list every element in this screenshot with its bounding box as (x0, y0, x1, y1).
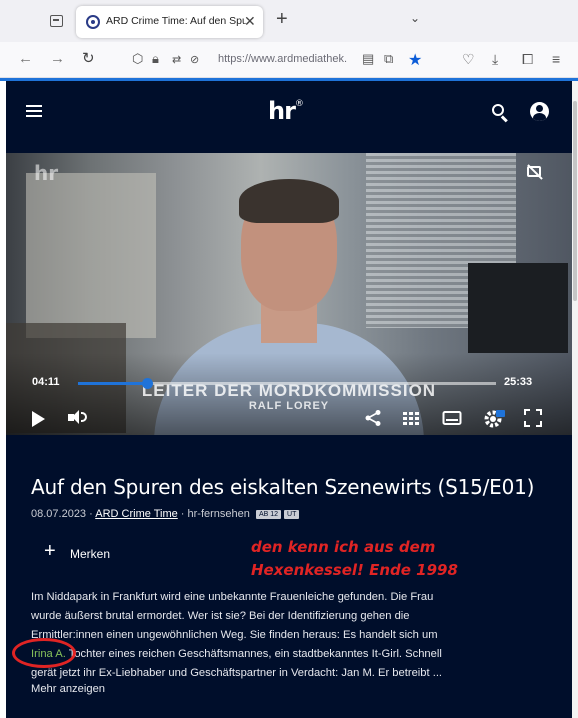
page-scrollbar[interactable] (572, 81, 578, 718)
episode-description: Im Niddapark in Frankfurt wird eine unbe… (31, 588, 551, 683)
url-text[interactable]: https://www.ardmediathek. (218, 53, 348, 65)
red-circle-annotation (12, 638, 76, 668)
show-link[interactable]: ARD Crime Time (95, 508, 178, 520)
logo-registered-mark: ® (294, 99, 304, 109)
description-line: Ermittler:innen einen ungewöhnlichen Weg… (31, 629, 438, 641)
reader-view-icon[interactable]: ▤ (362, 52, 374, 66)
browser-nav-bar: ← → ↻ ⬡ 🔒︎ ⇄ ⊘ https://www.ardmediathek.… (0, 42, 578, 78)
captions-off-icon[interactable] (526, 163, 544, 181)
time-total: 25:33 (504, 376, 533, 388)
tracking-off-icon[interactable]: ⊘ (190, 53, 199, 67)
reload-button[interactable]: ↻ (82, 51, 95, 67)
browser-tab-active[interactable]: ARD Crime Time: Auf den Spur ✕ (76, 6, 263, 38)
description-line: Im Niddapark in Frankfurt wird eine unbe… (31, 591, 434, 603)
new-tab-button[interactable]: + (276, 9, 288, 29)
site-header: hr® (6, 81, 572, 147)
subtitle-badge: UT (284, 510, 300, 519)
browser-tab-bar: ARD Crime Time: Auf den Spur ✕ + ⌄ (0, 0, 578, 42)
bookmark-star-icon[interactable]: ★ (408, 50, 422, 70)
episode-title: Auf den Spuren des eiskalten Szenewirts … (31, 475, 535, 499)
downloads-icon[interactable]: ⤓ (492, 51, 498, 67)
extensions-icon[interactable]: ⧠ (522, 51, 533, 67)
back-button[interactable]: ← (18, 51, 33, 67)
picture-in-picture-icon[interactable]: ⧉ (384, 52, 393, 66)
hr-logo[interactable]: hr® (268, 97, 304, 125)
tab-close-icon[interactable]: ✕ (244, 13, 256, 30)
age-rating-badge: AB 12 (255, 510, 282, 519)
video-background-monitor (468, 263, 568, 353)
video-person-hair (239, 179, 339, 223)
progress-handle[interactable] (141, 378, 153, 389)
plus-icon: + (44, 540, 56, 562)
progress-fill (78, 382, 147, 385)
description-line-rest: Tochter eines reichen Geschäftsmannes, e… (65, 648, 442, 660)
share-icon[interactable] (364, 409, 382, 429)
lock-icon[interactable]: 🔒︎ (152, 52, 159, 66)
show-more-link[interactable]: Mehr anzeigen (31, 683, 105, 695)
permissions-icon[interactable]: ⇄ (172, 53, 181, 67)
broadcast-date: 08.07.2023 (31, 508, 87, 520)
search-icon[interactable] (491, 103, 511, 123)
time-current: 04:11 (32, 376, 60, 388)
logo-text: hr (268, 97, 296, 125)
page-content: hr® hr LEITER DER MORDKOMMISSION RALF LO… (6, 81, 572, 718)
description-line: gerät jetzt ihr Ex-Liebhaber und Geschäf… (31, 667, 443, 679)
fullscreen-icon[interactable] (524, 409, 542, 429)
tab-list-chevron-icon[interactable]: ⌄ (410, 11, 420, 25)
shield-icon[interactable]: ⬡ (132, 52, 143, 66)
merken-label: Merken (70, 547, 111, 561)
video-watermark-logo: hr (34, 161, 59, 185)
episode-meta: 08.07.2023 · ARD Crime Time · hr-fernseh… (31, 508, 300, 520)
volume-icon[interactable] (68, 409, 92, 429)
channel-name: hr-fernsehen (187, 508, 250, 520)
subtitles-icon[interactable] (442, 409, 462, 429)
account-icon[interactable] (530, 102, 549, 121)
pocket-icon[interactable]: ♡ (462, 51, 475, 67)
tab-overview-icon[interactable] (48, 12, 66, 30)
description-line: wurde äußerst brutal ermordet. Wer ist s… (31, 610, 410, 622)
play-icon[interactable] (32, 411, 45, 427)
tab-title: ARD Crime Time: Auf den Spur (106, 15, 246, 27)
hamburger-menu-icon[interactable] (26, 105, 42, 117)
description-line: Irina A. Tochter eines reichen Geschäfts… (31, 645, 551, 664)
progress-bar[interactable] (78, 378, 496, 389)
scrollbar-thumb[interactable] (573, 101, 577, 301)
annotation-line-1: den kenn ich aus dem (251, 538, 436, 556)
ard-favicon-icon (86, 15, 100, 29)
meta-separator: · (86, 508, 96, 520)
chapters-grid-icon[interactable] (402, 409, 420, 429)
forward-button[interactable]: → (50, 51, 65, 67)
menu-icon[interactable]: ≡ (552, 51, 560, 67)
url-bar[interactable]: ⬡ 🔒︎ ⇄ ⊘ https://www.ardmediathek. ▤ ⧉ ★ (124, 46, 444, 74)
annotation-line-2: Hexenkessel! Ende 1998 (251, 561, 458, 579)
handwritten-annotation: den kenn ich aus dem Hexenkessel! Ende 1… (251, 536, 551, 582)
video-background-board (26, 173, 156, 338)
video-player[interactable]: hr LEITER DER MORDKOMMISSION RALF LOREY … (6, 153, 572, 435)
meta-separator: · (177, 508, 188, 520)
settings-gear-icon[interactable] (484, 409, 505, 429)
